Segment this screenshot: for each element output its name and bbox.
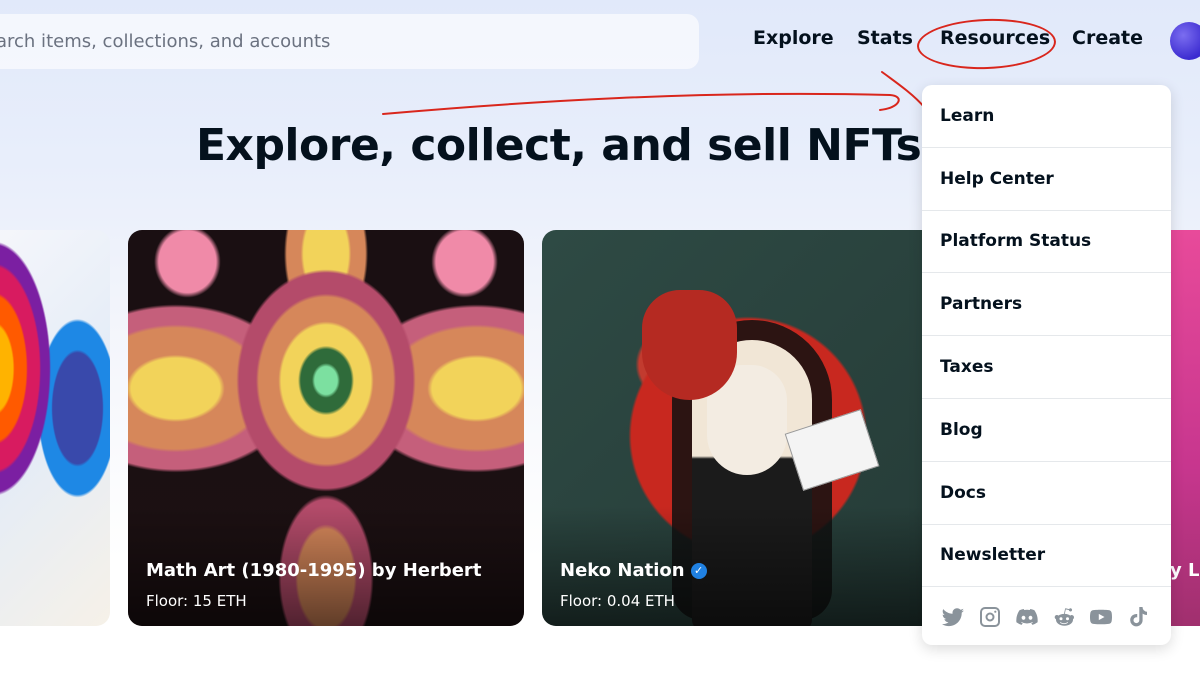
card-title-text: Neko Nation [560,560,685,581]
card-floor-price: Floor: 15 ETH [146,592,247,610]
resources-dropdown-menu: Learn Help Center Platform Status Partne… [922,85,1171,645]
collection-card-neko-nation[interactable]: Neko Nation ✓ Floor: 0.04 ETH [542,230,938,626]
card-floor-price: Floor: 0.04 ETH [560,592,675,610]
discord-icon[interactable] [1014,604,1039,629]
menu-item-platform-status[interactable]: Platform Status [922,211,1171,274]
card-title: Neko Nation ✓ [560,560,707,581]
account-avatar[interactable] [1170,22,1200,60]
menu-item-docs[interactable]: Docs [922,462,1171,525]
menu-item-blog[interactable]: Blog [922,399,1171,462]
instagram-icon[interactable] [977,604,1002,629]
menu-item-learn[interactable]: Learn [922,85,1171,148]
card-title: y Lo [1170,560,1200,581]
tiktok-icon[interactable] [1125,604,1150,629]
card-title: Math Art (1980-1995) by Herbert W... [146,560,486,581]
menu-item-taxes[interactable]: Taxes [922,336,1171,399]
menu-item-newsletter[interactable]: Newsletter [922,525,1171,588]
reddit-icon[interactable] [1051,604,1076,629]
youtube-icon[interactable] [1088,604,1113,629]
social-links [922,587,1171,645]
collection-card-partial-left[interactable] [0,230,110,626]
nav-stats[interactable]: Stats [857,27,913,49]
nav-explore[interactable]: Explore [753,27,834,49]
collection-card-math-art[interactable]: Math Art (1980-1995) by Herbert W... Flo… [128,230,524,626]
menu-item-partners[interactable]: Partners [922,273,1171,337]
twitter-icon[interactable] [940,604,965,629]
verified-badge-icon: ✓ [690,563,707,579]
page-title: Explore, collect, and sell NFTs [196,120,922,171]
nav-create[interactable]: Create [1072,27,1143,49]
artwork-oni-mask [642,290,737,400]
menu-item-help-center[interactable]: Help Center [922,148,1171,211]
